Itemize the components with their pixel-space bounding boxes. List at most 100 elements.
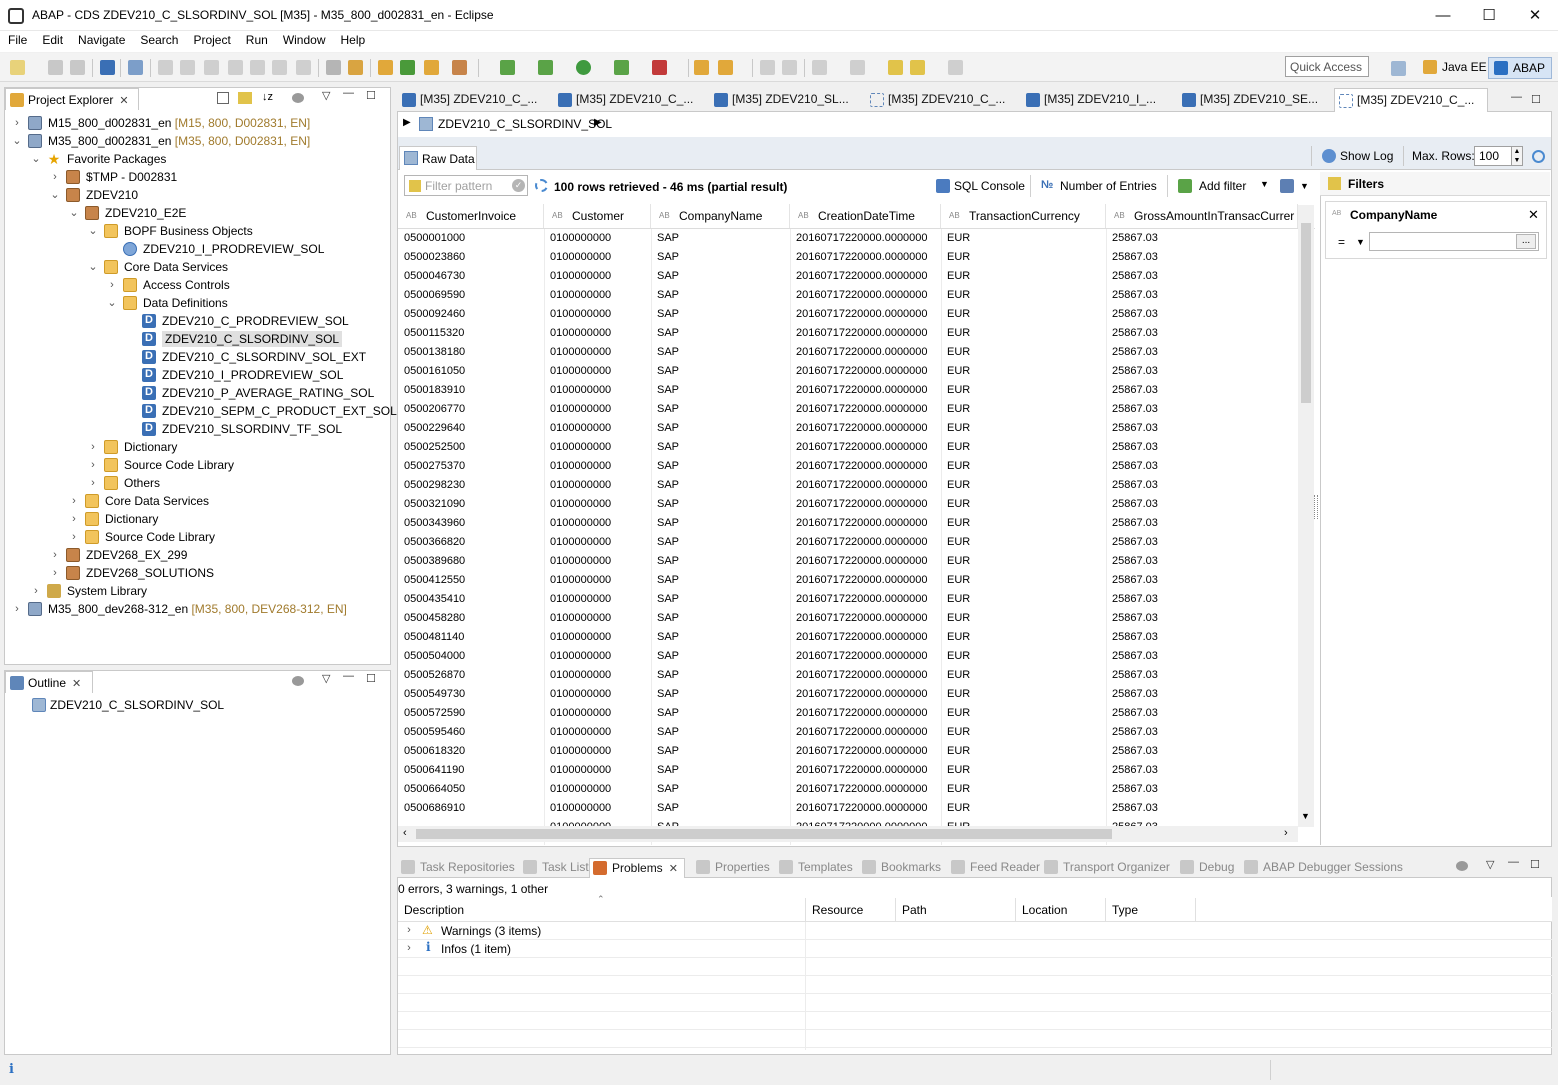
collapsed-chevron-icon[interactable]: ›: [69, 510, 79, 528]
forward-icon[interactable]: [948, 60, 963, 75]
minimize-button[interactable]: —: [1420, 0, 1466, 31]
collapsed-chevron-icon[interactable]: ›: [12, 600, 22, 618]
table-row[interactable]: 0500572590 0100000000 SAP 20160717220000.00…: [398, 704, 1298, 723]
add-filter-button[interactable]: Add filter: [1199, 179, 1246, 193]
editor-tab[interactable]: [M35] ZDEV210_C_...: [554, 88, 704, 112]
tree-item[interactable]: D ZDEV210_P_AVERAGE_RATING_SOL: [126, 384, 374, 402]
minimize-view-icon[interactable]: —: [343, 87, 354, 99]
open-type-icon[interactable]: [694, 60, 709, 75]
browse-values-button[interactable]: ...: [1516, 234, 1536, 249]
tab-project-explorer[interactable]: Project Explorer ✕: [5, 88, 139, 110]
refresh-icon[interactable]: [1532, 150, 1545, 163]
column-path[interactable]: Path: [896, 898, 1016, 922]
expanded-chevron-icon[interactable]: ⌄: [107, 294, 117, 312]
tree-item[interactable]: › Access Controls: [107, 276, 230, 294]
tree-item[interactable]: ⌄ ZDEV210: [50, 186, 138, 204]
column-header[interactable]: AB CreationDateTime: [790, 204, 941, 228]
tab-templates[interactable]: Templates: [779, 858, 853, 878]
perspective-java-ee[interactable]: Java EE: [1418, 57, 1493, 79]
tab-outline[interactable]: Outline ✕: [5, 671, 93, 693]
tree-item[interactable]: › ZDEV268_EX_299: [50, 546, 187, 564]
operator-dropdown-icon[interactable]: ▼: [1356, 237, 1365, 247]
table-row[interactable]: 0500549730 0100000000 SAP 20160717220000.00…: [398, 685, 1298, 704]
table-row[interactable]: 0500275370 0100000000 SAP 20160717220000.00…: [398, 457, 1298, 476]
tree-item[interactable]: D ZDEV210_SEPM_C_PRODUCT_EXT_SOL: [126, 402, 397, 420]
max-rows-input[interactable]: 100: [1474, 146, 1512, 166]
collapsed-chevron-icon[interactable]: ›: [12, 114, 22, 132]
menu-project[interactable]: Project: [185, 31, 237, 47]
tab-feed-reader[interactable]: Feed Reader: [951, 858, 1040, 878]
editor-tab[interactable]: [M35] ZDEV210_C_...: [398, 88, 548, 112]
editor-tab[interactable]: [M35] ZDEV210_C_...: [866, 88, 1016, 112]
column-header[interactable]: AB TransactionCurrency: [941, 204, 1106, 228]
collapsed-chevron-icon[interactable]: ›: [31, 582, 41, 600]
collapsed-chevron-icon[interactable]: ›: [107, 276, 117, 294]
block-selection-icon[interactable]: [782, 60, 797, 75]
maximize-editor-icon[interactable]: ☐: [1531, 93, 1541, 106]
table-row[interactable]: 0500321090 0100000000 SAP 20160717220000.00…: [398, 495, 1298, 514]
step-into-icon[interactable]: [250, 60, 265, 75]
table-row[interactable]: 0500595460 0100000000 SAP 20160717220000.00…: [398, 723, 1298, 742]
collapsed-chevron-icon[interactable]: ›: [88, 474, 98, 492]
close-icon[interactable]: ✕: [119, 95, 128, 107]
table-row[interactable]: 0500115320 0100000000 SAP 20160717220000.00…: [398, 324, 1298, 343]
tree-item[interactable]: ⌄ ★ Favorite Packages: [31, 150, 166, 168]
resume-icon[interactable]: [158, 60, 173, 75]
outline-item[interactable]: ZDEV210_C_SLSORDINV_SOL: [32, 696, 224, 714]
table-row[interactable]: 0500481140 0100000000 SAP 20160717220000.00…: [398, 628, 1298, 647]
table-row[interactable]: 0500412550 0100000000 SAP 20160717220000.00…: [398, 571, 1298, 590]
table-row[interactable]: 0500366820 0100000000 SAP 20160717220000.00…: [398, 533, 1298, 552]
tree-item[interactable]: ZDEV210_I_PRODREVIEW_SOL: [107, 240, 324, 258]
tree-item[interactable]: › System Library: [31, 582, 147, 600]
expanded-chevron-icon[interactable]: ⌄: [12, 132, 22, 150]
table-row[interactable]: 0500206770 0100000000 SAP 20160717220000.00…: [398, 400, 1298, 419]
open-task-icon[interactable]: [718, 60, 733, 75]
table-row[interactable]: 0500023860 0100000000 SAP 20160717220000.00…: [398, 248, 1298, 267]
step-over-icon[interactable]: [272, 60, 287, 75]
tab-raw-data[interactable]: Raw Data: [399, 146, 477, 170]
collapsed-chevron-icon[interactable]: ›: [88, 456, 98, 474]
table-row[interactable]: 0500183910 0100000000 SAP 20160717220000.00…: [398, 381, 1298, 400]
open-package-icon[interactable]: [424, 60, 439, 75]
tree-item[interactable]: › $TMP - D002831: [50, 168, 177, 186]
tab-task-list[interactable]: Task List: [523, 858, 589, 878]
table-row[interactable]: 0500298230 0100000000 SAP 20160717220000.00…: [398, 476, 1298, 495]
collapsed-chevron-icon[interactable]: ›: [50, 546, 60, 564]
menu-navigate[interactable]: Navigate: [70, 31, 132, 47]
maximize-view-icon[interactable]: ☐: [366, 672, 376, 685]
table-row[interactable]: › ⚠ Warnings (3 items): [398, 922, 1552, 940]
run-icon[interactable]: [576, 60, 591, 75]
tree-item[interactable]: › Core Data Services: [69, 492, 209, 510]
scroll-left-icon[interactable]: ‹: [403, 827, 407, 839]
table-row[interactable]: 0500504000 0100000000 SAP 20160717220000.00…: [398, 647, 1298, 666]
number-of-entries-button[interactable]: Number of Entries: [1060, 179, 1157, 193]
max-rows-stepper[interactable]: ▲ ▼: [1511, 146, 1523, 166]
table-row[interactable]: 0500618320 0100000000 SAP 20160717220000.00…: [398, 742, 1298, 761]
tree-item[interactable]: › Dictionary: [88, 438, 177, 456]
tree-item[interactable]: D ZDEV210_C_PRODREVIEW_SOL: [126, 312, 349, 330]
expanded-chevron-icon[interactable]: ⌄: [31, 150, 41, 168]
menu-edit[interactable]: Edit: [34, 31, 70, 47]
quick-access-input[interactable]: Quick Access: [1285, 56, 1369, 77]
table-row[interactable]: › i Infos (1 item): [398, 940, 1552, 958]
collapse-all-icon[interactable]: [217, 92, 229, 104]
tree-item[interactable]: ⌄ ZDEV210_E2E: [69, 204, 186, 222]
tree-item[interactable]: › Others: [88, 474, 160, 492]
expanded-chevron-icon[interactable]: ⌄: [69, 204, 79, 222]
save-icon[interactable]: [48, 60, 63, 75]
tree-item[interactable]: ⌄ Core Data Services: [88, 258, 228, 276]
export-dropdown-icon[interactable]: ▼: [1300, 181, 1309, 191]
sort-icon[interactable]: ↓z: [262, 91, 273, 103]
external-tools-icon[interactable]: [652, 60, 667, 75]
tree-item[interactable]: ⌄ Data Definitions: [107, 294, 228, 312]
disconnect-icon[interactable]: [228, 60, 243, 75]
minimize-view-icon[interactable]: —: [1508, 856, 1519, 868]
tab-debug[interactable]: Debug: [1180, 858, 1234, 878]
table-row[interactable]: 0500526870 0100000000 SAP 20160717220000.00…: [398, 666, 1298, 685]
view-menu-chevron-icon[interactable]: ▽: [322, 672, 330, 685]
remove-filter-icon[interactable]: ✕: [1528, 207, 1539, 223]
view-menu-icon[interactable]: [1456, 861, 1468, 871]
table-row[interactable]: 0500069590 0100000000 SAP 20160717220000.00…: [398, 286, 1298, 305]
skip-breakpoints-icon[interactable]: [128, 60, 143, 75]
toggle-comment-icon[interactable]: [348, 60, 363, 75]
